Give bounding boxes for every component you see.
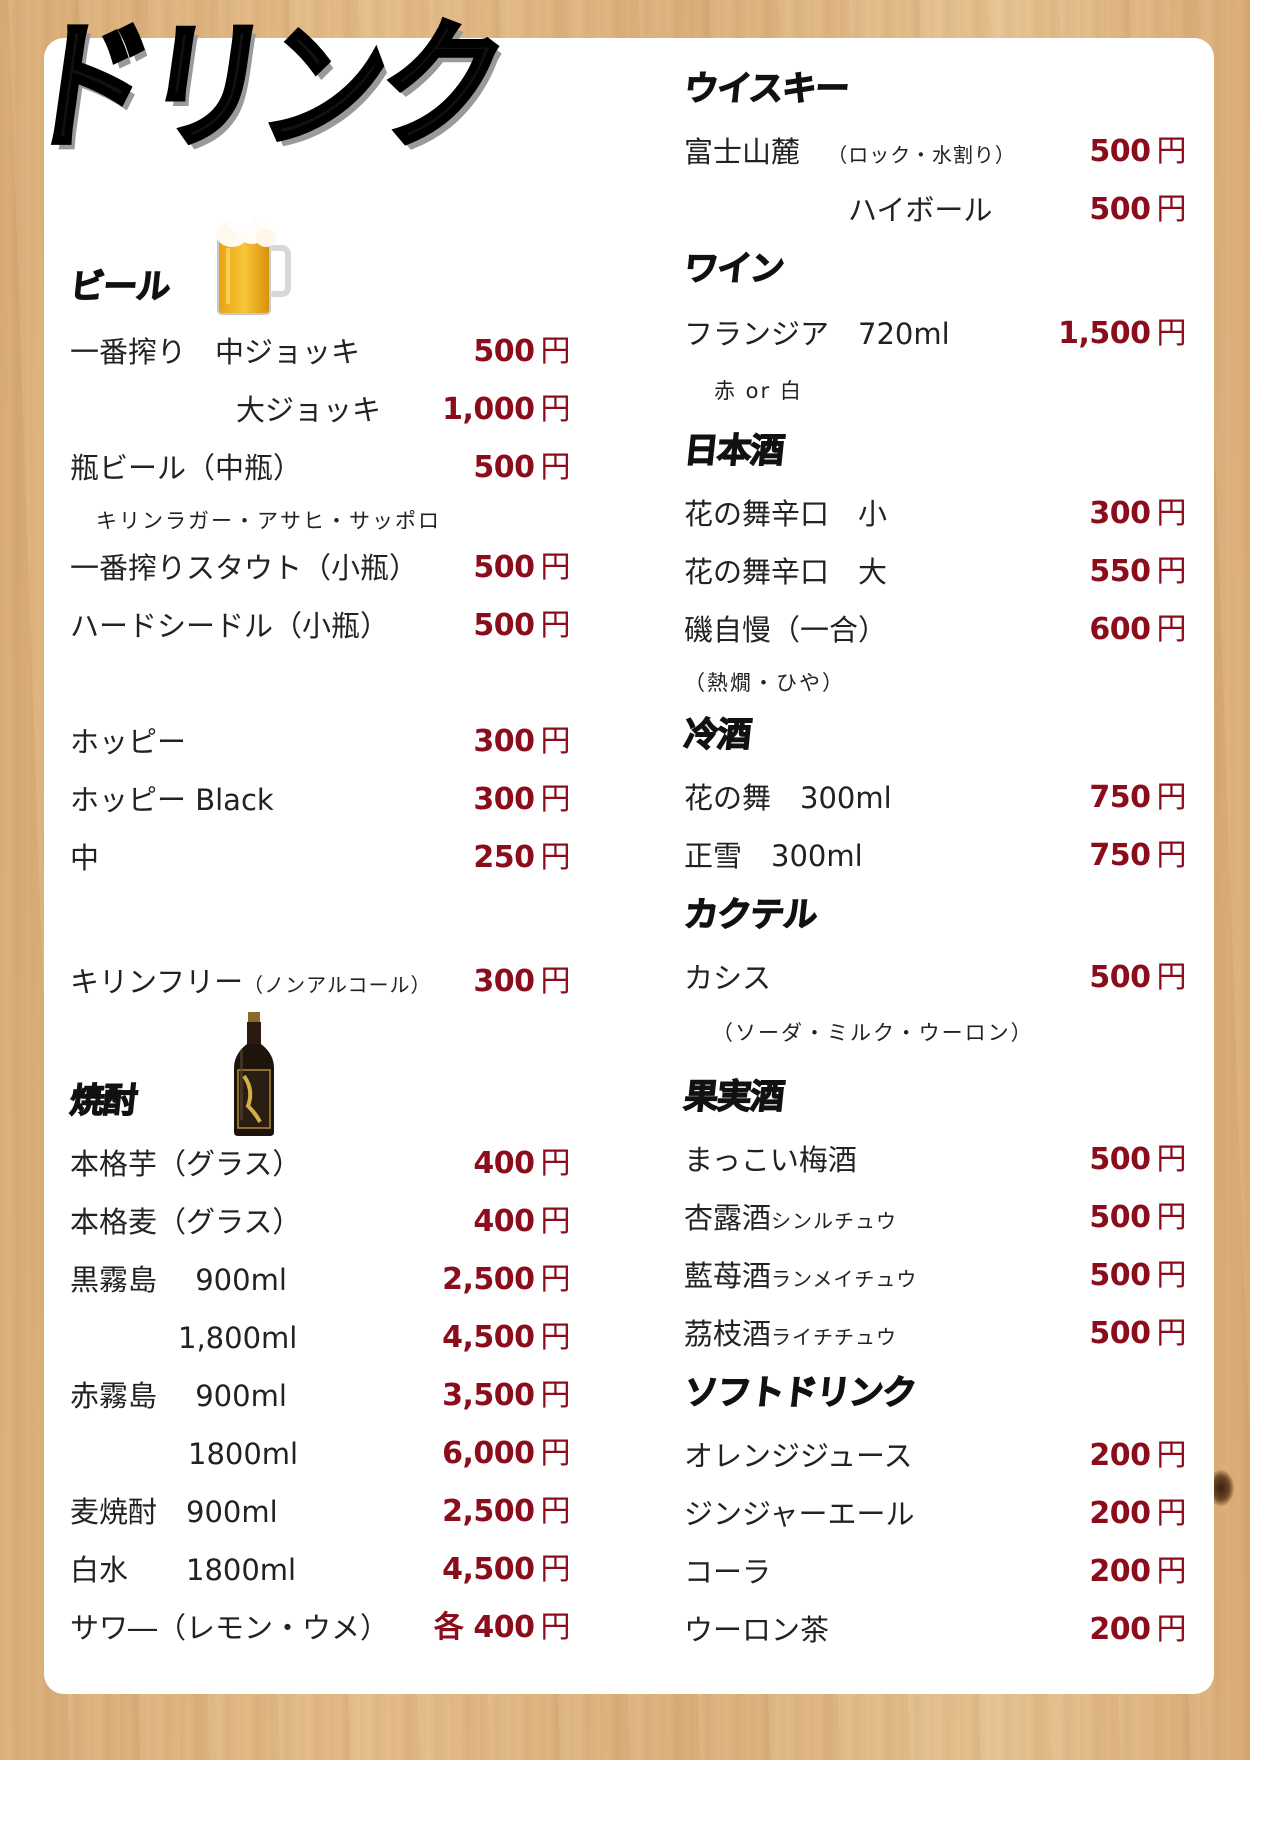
- menu-item: 1,800ml 4,500 円: [178, 1320, 570, 1355]
- wine-color-note: 赤 or 白: [714, 379, 803, 403]
- menu-item: 黒霧島 900ml 2,500 円: [70, 1262, 570, 1297]
- menu-item: 大ジョッキ 1,000 円: [236, 392, 570, 427]
- menu-item: 瓶ビール（中瓶） 500 円: [70, 450, 570, 485]
- menu-item: 花の舞 300ml 750 円: [684, 780, 1186, 815]
- menu-item: 一番搾り 中ジョッキ 500 円: [70, 334, 570, 369]
- menu-item: 中 250 円: [70, 840, 570, 875]
- cocktail-mixer-note: （ソーダ・ミルク・ウーロン）: [712, 1021, 1034, 1045]
- menu-item: ハードシードル（小瓶） 500 円: [70, 608, 570, 643]
- menu-item: 赤霧島 900ml 3,500 円: [70, 1378, 570, 1413]
- category-shochu: 焼酎: [68, 1080, 140, 1122]
- category-sake: 日本酒: [682, 430, 787, 472]
- menu-item: 花の舞辛口 大 550 円: [684, 554, 1186, 589]
- shochu-bottle-icon: [234, 1012, 274, 1136]
- menu-item: 本格麦（グラス） 400 円: [70, 1204, 570, 1239]
- menu-item: ハイボール 500 円: [848, 192, 1186, 227]
- menu-item: オレンジジュース 200 円: [684, 1438, 1186, 1473]
- menu-item: 本格芋（グラス） 400 円: [70, 1146, 570, 1181]
- menu-item: 花の舞辛口 小 300 円: [684, 496, 1186, 531]
- category-soft-drinks: ソフトドリンク: [682, 1372, 919, 1414]
- menu-item: コーラ 200 円: [684, 1554, 1186, 1589]
- menu-item: まっこい梅酒 500 円: [684, 1142, 1186, 1177]
- menu-item: フランジア 720ml 1,500 円: [684, 316, 1186, 351]
- menu-item: カシス 500 円: [684, 960, 1186, 995]
- beer-mug-icon: [216, 212, 291, 315]
- menu-item: 杏露酒シンルチュウ 500 円: [684, 1200, 1186, 1235]
- category-fruit-wine: 果実酒: [682, 1076, 787, 1118]
- menu-item: 麦焼酎 900ml 2,500 円: [70, 1494, 570, 1529]
- page-title: ドリンク: [13, 5, 512, 171]
- beer-brands-note: キリンラガー・アサヒ・サッポロ: [96, 509, 441, 533]
- category-cold-sake: 冷酒: [682, 714, 754, 756]
- menu-item: ホッピー 300 円: [70, 724, 570, 759]
- category-cocktail: カクテル: [682, 894, 820, 936]
- menu-item: 正雪 300ml 750 円: [684, 838, 1186, 873]
- menu-item: ウーロン茶 200 円: [684, 1612, 1186, 1647]
- menu-item: 富士山麓 （ロック・水割り） 500 円: [684, 134, 1186, 169]
- menu-item: 茘枝酒ライチチュウ 500 円: [684, 1316, 1186, 1351]
- menu-item: キリンフリー（ノンアルコール） 300 円: [70, 964, 570, 999]
- menu-item: 一番搾りスタウト（小瓶） 500 円: [70, 550, 570, 585]
- menu-item: ジンジャーエール 200 円: [684, 1496, 1186, 1531]
- menu-item: 1800ml 6,000 円: [188, 1436, 570, 1471]
- menu-item: 磯自慢（一合） 600 円: [684, 612, 1186, 647]
- category-wine: ワイン: [682, 248, 787, 290]
- category-whisky: ウイスキー: [682, 68, 852, 110]
- menu-item: 藍苺酒ランメイチュウ 500 円: [684, 1258, 1186, 1293]
- sake-serving-note: （熱燗・ひや）: [684, 671, 845, 695]
- menu-item: サワ―（レモン・ウメ） 各 400 円: [70, 1610, 570, 1645]
- menu-item: 白水 1800ml 4,500 円: [70, 1552, 570, 1587]
- menu-item: ホッピー Black 300 円: [70, 782, 570, 817]
- category-beer: ビール: [68, 266, 173, 308]
